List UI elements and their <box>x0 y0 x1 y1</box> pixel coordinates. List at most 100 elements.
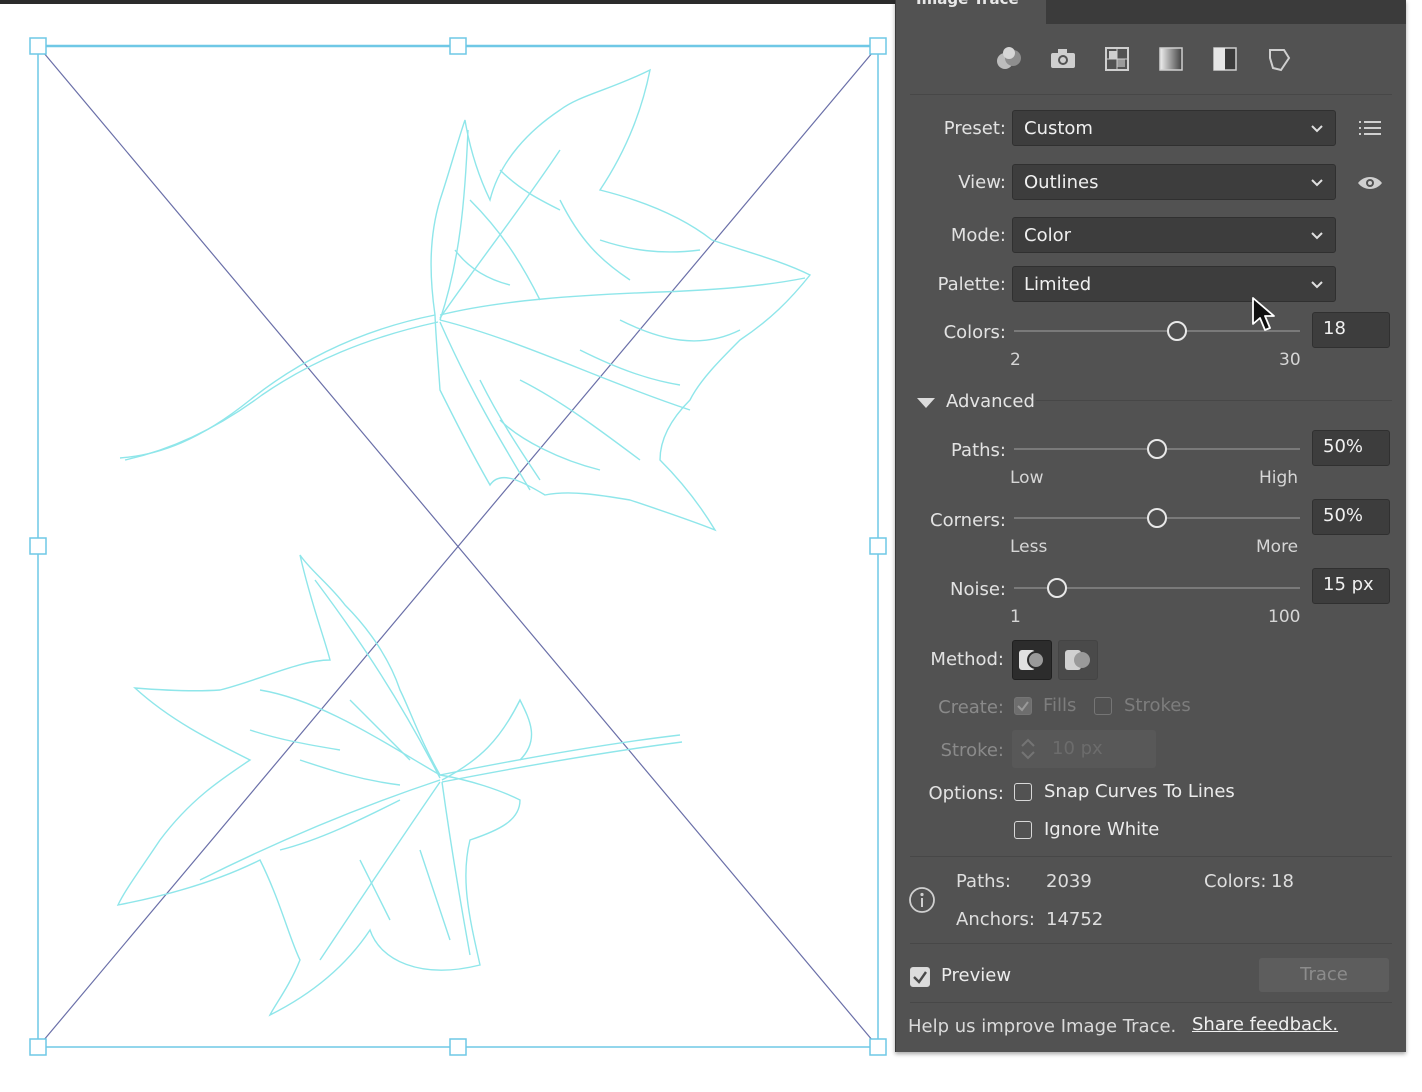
share-feedback-link[interactable]: Share feedback. <box>1192 1014 1338 1035</box>
low-color-icon[interactable] <box>1100 42 1134 76</box>
disclosure-triangle-icon[interactable] <box>916 396 936 410</box>
advanced-section-toggle[interactable]: Advanced <box>946 391 1035 412</box>
help-text: Help us improve Image Trace. <box>908 1016 1177 1037</box>
colors-count-value: 18 <box>1271 871 1294 892</box>
paths-high-label: High <box>1259 468 1299 488</box>
mode-value: Color <box>1024 225 1071 246</box>
outline-icon[interactable] <box>1262 42 1296 76</box>
colors-max-label: 30 <box>1279 350 1301 370</box>
colors-count-label: Colors: <box>1204 871 1267 892</box>
noise-label: Noise: <box>950 579 1006 600</box>
info-icon <box>909 887 935 913</box>
noise-min-label: 1 <box>1010 607 1021 627</box>
overlapping-method-icon <box>1065 650 1090 670</box>
paths-slider[interactable] <box>1014 439 1300 459</box>
snap-curves-label: Snap Curves To Lines <box>1044 781 1235 802</box>
corners-more-label: More <box>1256 537 1299 557</box>
auto-color-icon[interactable] <box>992 42 1026 76</box>
preview-checkbox[interactable] <box>910 967 930 987</box>
mode-dropdown[interactable]: Color <box>1012 217 1336 253</box>
preview-label: Preview <box>941 965 1012 986</box>
palette-dropdown[interactable]: Limited <box>1012 266 1336 302</box>
view-label: View: <box>958 172 1006 193</box>
eye-icon[interactable] <box>1356 172 1384 194</box>
chevron-down-icon <box>1311 179 1323 187</box>
stepper-icon <box>1021 738 1035 760</box>
preset-value: Custom <box>1024 118 1093 139</box>
noise-max-label: 100 <box>1268 607 1301 627</box>
paths-count-value: 2039 <box>1046 871 1092 892</box>
preset-label: Preset: <box>943 118 1006 139</box>
handle-top-left[interactable] <box>29 37 47 55</box>
traced-leaf-bottom <box>116 554 683 1017</box>
divider <box>910 856 1392 857</box>
method-overlapping-button[interactable] <box>1058 640 1098 680</box>
checkmark-icon <box>1017 701 1029 712</box>
paths-slider-thumb[interactable] <box>1147 439 1167 459</box>
create-label: Create: <box>938 697 1004 718</box>
handle-middle-right[interactable] <box>869 537 887 555</box>
stroke-field[interactable]: 10 px <box>1012 730 1156 768</box>
trace-button[interactable]: Trace <box>1259 958 1389 992</box>
handle-bottom-left[interactable] <box>29 1038 47 1056</box>
colors-label: Colors: <box>943 322 1006 343</box>
paths-value-field[interactable]: 50% <box>1312 430 1390 466</box>
method-abutting-button[interactable] <box>1012 640 1052 680</box>
chevron-down-icon <box>1311 232 1323 240</box>
mouse-pointer-icon <box>1252 297 1275 331</box>
ignore-white-label: Ignore White <box>1044 819 1160 840</box>
anchors-count-value: 14752 <box>1046 909 1104 930</box>
preset-dropdown[interactable]: Custom <box>1012 110 1336 146</box>
method-label: Method: <box>930 649 1004 670</box>
colors-slider-thumb[interactable] <box>1167 321 1188 341</box>
handle-middle-left[interactable] <box>29 537 47 555</box>
anchors-count-label: Anchors: <box>956 909 1035 930</box>
traced-leaf-top <box>119 68 812 532</box>
noise-slider[interactable] <box>1014 578 1300 598</box>
noise-value-field[interactable]: 15 px <box>1312 568 1390 604</box>
artboard-canvas[interactable] <box>0 0 895 1092</box>
fills-checkbox[interactable] <box>1014 697 1032 715</box>
stroke-label: Stroke: <box>940 740 1004 761</box>
paths-label: Paths: <box>951 440 1006 461</box>
divider <box>910 943 1392 944</box>
corners-slider[interactable] <box>1014 508 1300 528</box>
colors-min-label: 2 <box>1010 350 1021 370</box>
manage-presets-menu-icon[interactable] <box>1356 116 1384 140</box>
high-color-photo-icon[interactable] <box>1046 42 1080 76</box>
chevron-down-icon <box>1311 281 1323 289</box>
stroke-value: 10 px <box>1052 738 1103 759</box>
handle-top-middle[interactable] <box>449 37 467 55</box>
mode-label: Mode: <box>950 225 1006 246</box>
handle-top-right[interactable] <box>869 37 887 55</box>
noise-slider-thumb[interactable] <box>1046 578 1067 598</box>
panel-title-tab[interactable]: Image Trace <box>896 0 1046 24</box>
view-value: Outlines <box>1024 172 1099 193</box>
grayscale-icon[interactable] <box>1154 42 1188 76</box>
colors-value-field[interactable]: 18 <box>1312 312 1390 348</box>
paths-count-label: Paths: <box>956 871 1011 892</box>
divider <box>1036 400 1392 401</box>
corners-slider-thumb[interactable] <box>1147 508 1167 528</box>
handle-bottom-right[interactable] <box>869 1038 887 1056</box>
chevron-down-icon <box>1311 125 1323 133</box>
handle-bottom-middle[interactable] <box>449 1038 467 1056</box>
palette-label: Palette: <box>937 274 1006 295</box>
abutting-method-icon <box>1019 650 1045 670</box>
palette-value: Limited <box>1024 274 1092 295</box>
strokes-checkbox[interactable] <box>1094 697 1112 715</box>
divider <box>910 94 1392 95</box>
image-trace-panel: Image Trace Preset: Custom View: Outlin <box>895 0 1406 1052</box>
corners-value-field[interactable]: 50% <box>1312 499 1390 535</box>
view-dropdown[interactable]: Outlines <box>1012 164 1336 200</box>
snap-curves-checkbox[interactable] <box>1014 783 1032 801</box>
strokes-label: Strokes <box>1124 695 1191 716</box>
options-label: Options: <box>928 783 1004 804</box>
divider <box>910 1002 1392 1003</box>
corners-less-label: Less <box>1010 537 1048 557</box>
ignore-white-checkbox[interactable] <box>1014 821 1032 839</box>
corners-label: Corners: <box>930 510 1006 531</box>
fills-label: Fills <box>1043 695 1077 716</box>
black-white-icon[interactable] <box>1208 42 1242 76</box>
checkmark-icon <box>913 971 927 984</box>
